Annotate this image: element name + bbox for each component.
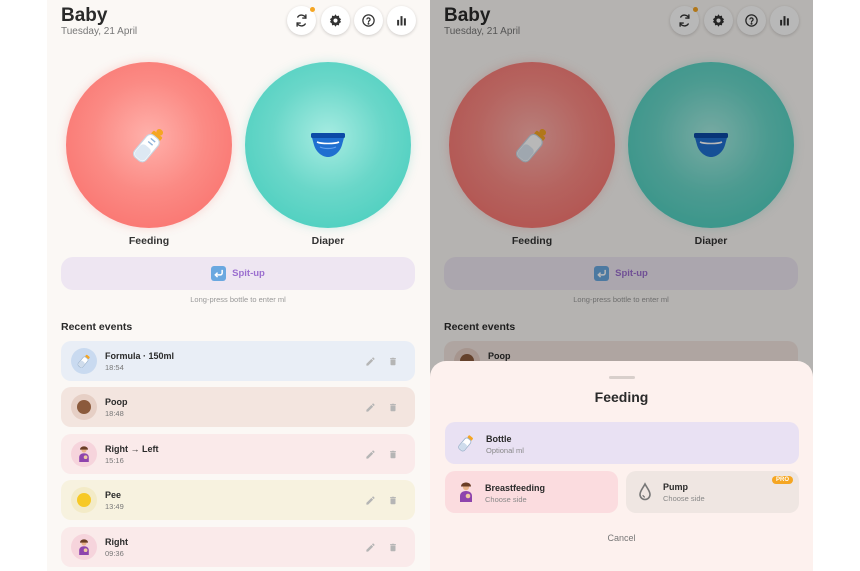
home-screen: Baby Tuesday, 21 April Feeding Diaper Sp… [47,0,430,571]
event-time: 09:36 [105,549,124,558]
bar-chart-icon [397,16,406,26]
breastfeeding-subtitle: Choose side [485,495,527,504]
pump-title: Pump [663,482,689,492]
brown-circle-icon [71,394,97,420]
bottle-title: Bottle [486,434,512,444]
pump-subtitle: Choose side [663,494,705,503]
spitup-label: Spit-up [232,268,265,279]
trash-icon[interactable] [386,400,400,414]
spitup-button[interactable]: Spit-up [61,257,415,290]
gear-icon [329,14,342,27]
recent-events-title: Recent events [61,321,133,333]
feeding-sheet-screen: Baby Tuesday, 21 April Feeding Diaper Sp… [430,0,813,571]
date-label: Tuesday, 21 April [61,26,138,37]
event-name: Right → Left [105,444,159,454]
trash-icon[interactable] [386,540,400,554]
notification-dot [310,7,315,12]
event-row[interactable]: Right → Left 15:16 [61,434,415,474]
cancel-button[interactable]: Cancel [430,533,813,543]
event-row[interactable]: Right 09:36 [61,527,415,567]
pencil-icon[interactable] [363,447,377,461]
help-icon [362,14,375,27]
pencil-icon[interactable] [363,400,377,414]
event-name: Formula · 150ml [105,351,175,361]
feeding-label: Feeding [128,235,170,247]
bottle-option[interactable]: Bottle Optional ml [445,422,799,464]
event-time: 18:48 [105,409,124,418]
feeding-bottom-sheet: Feeding Bottle Optional ml Breastfeeding… [430,361,813,571]
breastfeeding-option[interactable]: Breastfeeding Choose side [445,471,618,513]
pro-badge: PRO [771,476,793,484]
hint-text: Long-press bottle to enter ml [190,295,286,304]
pencil-icon[interactable] [363,354,377,368]
sync-icon [296,14,307,27]
trash-icon[interactable] [386,493,400,507]
bottle-subtitle: Optional ml [486,446,524,455]
help-button[interactable] [354,6,383,35]
app-title: Baby [61,5,108,26]
baby-bottle-icon [71,348,97,374]
breastfeeding-icon [71,441,97,467]
droplet-icon [639,482,651,501]
baby-bottle-icon [132,128,164,163]
yellow-circle-icon [71,487,97,513]
feeding-button[interactable] [66,62,232,228]
pencil-icon[interactable] [363,493,377,507]
breastfeeding-icon [460,482,472,502]
event-name: Poop [105,397,128,407]
event-name: Pee [105,490,122,500]
diaper-icon [311,133,345,157]
trash-icon[interactable] [386,354,400,368]
event-time: 15:16 [105,456,124,465]
event-time: 13:49 [105,502,124,511]
event-time: 18:54 [105,363,124,372]
drag-handle[interactable] [609,376,635,379]
trash-icon[interactable] [386,447,400,461]
diaper-button[interactable] [245,62,411,228]
breastfeeding-title: Breastfeeding [485,483,546,493]
event-name: Right [105,537,128,547]
settings-button[interactable] [321,6,350,35]
pump-option[interactable]: Pump Choose side PRO [626,471,799,513]
baby-bottle-icon [458,435,473,452]
sync-button[interactable] [287,6,316,35]
breastfeeding-icon [71,534,97,560]
event-row[interactable]: Poop 18:48 [61,387,415,427]
event-row[interactable]: Pee 13:49 [61,480,415,520]
sheet-title: Feeding [594,389,649,405]
diaper-label: Diaper [311,235,345,247]
stats-button[interactable] [387,6,416,35]
pencil-icon[interactable] [363,540,377,554]
event-row[interactable]: Formula · 150ml 18:54 [61,341,415,381]
return-arrow-icon [211,266,227,281]
